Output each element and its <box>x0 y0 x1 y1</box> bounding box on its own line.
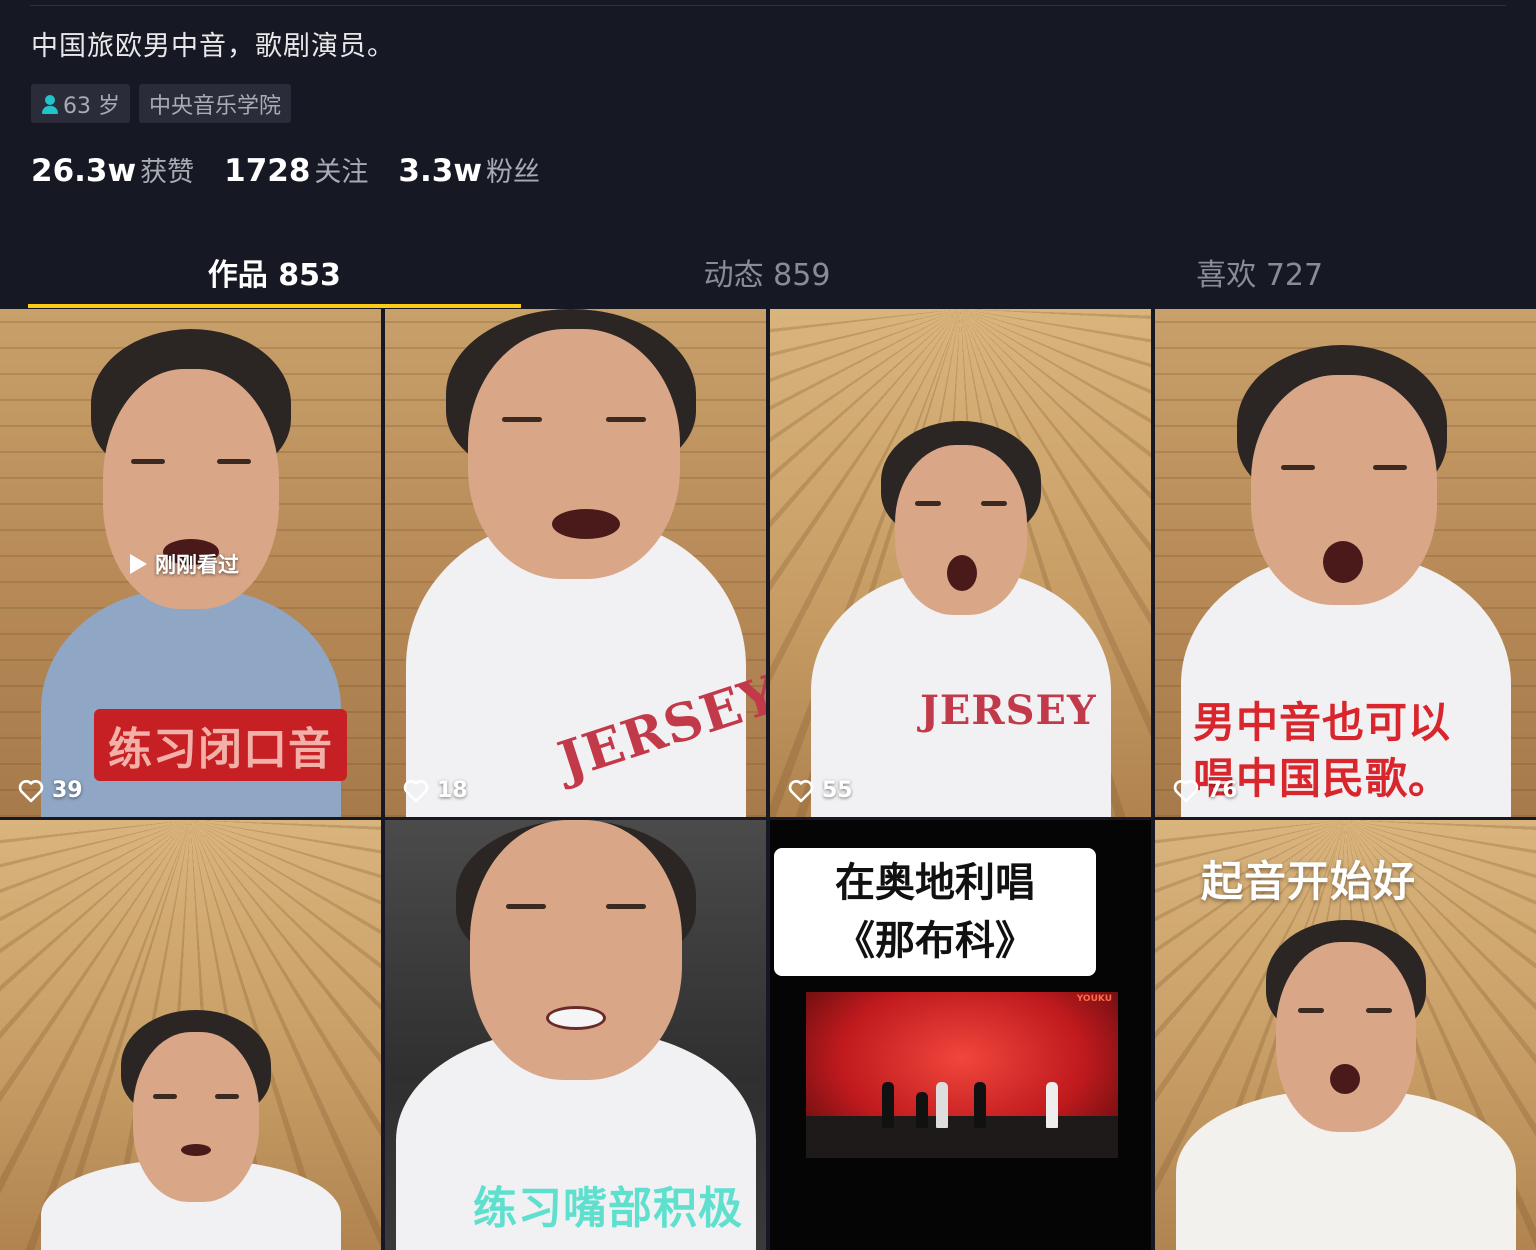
video-caption: 起音开始好 <box>1201 857 1417 906</box>
active-tab-indicator <box>28 304 521 308</box>
video-grid: 刚刚看过 练习闭口音 39 JERSEY 18 JERSEY 55 男中音也可以… <box>0 309 1536 1250</box>
followers-count: 3.3w <box>398 153 482 189</box>
like-count: 55 <box>788 778 853 803</box>
like-count-value: 55 <box>822 778 853 803</box>
video-caption: 练习嘴部积极 <box>473 1183 743 1234</box>
following-count: 1728 <box>224 153 311 189</box>
video-card[interactable]: 在奥地利唱 《那布科》 YOUKU <box>770 820 1151 1250</box>
caption-line-1: 男中音也可以 <box>1193 698 1452 747</box>
likes-count: 26.3w <box>31 153 137 189</box>
person-figure <box>810 421 1111 817</box>
following-stat[interactable]: 1728 关注 <box>224 150 368 189</box>
tab-liked[interactable]: 喜欢 727 <box>1013 236 1506 308</box>
school-tag[interactable]: 中央音乐学院 <box>139 84 292 123</box>
following-label: 关注 <box>314 157 369 188</box>
age-label: 63 岁 <box>63 93 120 119</box>
video-title-box: 在奥地利唱 《那布科》 <box>774 848 1096 976</box>
heart-icon <box>1173 779 1199 803</box>
like-count: 39 <box>18 778 83 803</box>
video-card[interactable]: 练习嘴部积极 <box>385 820 766 1250</box>
video-card[interactable]: JERSEY 18 <box>385 309 766 817</box>
profile-bio: 中国旅欧男中音，歌剧演员。 <box>31 31 395 62</box>
like-count: 76 <box>1173 778 1238 803</box>
heart-icon <box>18 779 44 803</box>
title-line-2: 《那布科》 <box>835 918 1035 964</box>
like-count-value: 39 <box>52 778 83 803</box>
top-divider <box>30 5 1506 6</box>
school-label: 中央音乐学院 <box>149 93 282 119</box>
like-count: 18 <box>403 778 468 803</box>
title-line-1: 在奥地利唱 <box>835 860 1035 906</box>
play-icon <box>130 554 147 574</box>
shirt-print: JERSEY <box>920 687 1097 734</box>
video-card[interactable] <box>0 820 381 1250</box>
recently-watched-badge: 刚刚看过 <box>130 549 239 579</box>
video-card[interactable]: JERSEY 55 <box>770 309 1151 817</box>
heart-icon <box>788 779 814 803</box>
age-tag: 63 岁 <box>31 84 130 123</box>
video-watermark: YOUKU <box>1076 994 1112 1004</box>
followers-stat[interactable]: 3.3w 粉丝 <box>398 150 540 189</box>
tab-works[interactable]: 作品 853 <box>28 236 521 308</box>
video-card[interactable]: 刚刚看过 练习闭口音 39 <box>0 309 381 817</box>
stage-scene: YOUKU <box>806 992 1118 1158</box>
tab-posts[interactable]: 动态 859 <box>521 236 1014 308</box>
followers-label: 粉丝 <box>485 157 540 188</box>
profile-tags: 63 岁 中央音乐学院 <box>31 84 292 123</box>
profile-stats: 26.3w 获赞 1728 关注 3.3w 粉丝 <box>31 150 540 189</box>
user-icon <box>41 94 59 114</box>
like-count-value: 18 <box>437 778 468 803</box>
heart-icon <box>403 779 429 803</box>
person-figure <box>1175 920 1516 1250</box>
video-caption: 练习闭口音 <box>94 709 347 781</box>
like-count-value: 76 <box>1207 778 1238 803</box>
likes-label: 获赞 <box>140 157 195 188</box>
video-card[interactable]: 起音开始好 <box>1155 820 1536 1250</box>
likes-stat: 26.3w 获赞 <box>31 150 194 189</box>
person-figure <box>40 1010 341 1250</box>
recently-watched-label: 刚刚看过 <box>155 553 239 577</box>
video-card[interactable]: 男中音也可以 唱中国民歌。 76 <box>1155 309 1536 817</box>
content-tabs: 作品 853 动态 859 喜欢 727 <box>28 236 1506 308</box>
